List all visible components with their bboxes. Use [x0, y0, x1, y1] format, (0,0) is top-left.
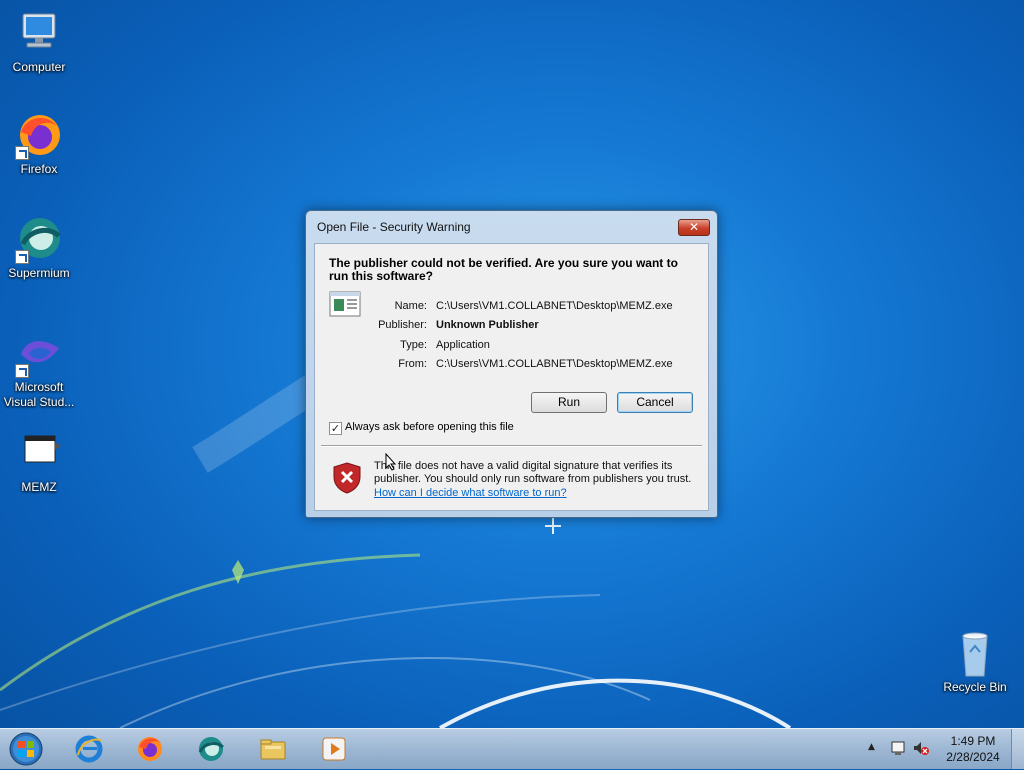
desktop-icon-label-line1: Microsoft [14, 380, 64, 394]
always-ask-label[interactable]: Always ask before opening this file [345, 421, 514, 433]
shortcut-arrow-icon [15, 364, 29, 378]
supermium-icon [15, 216, 63, 264]
help-link[interactable]: How can I decide what software to run? [374, 487, 567, 499]
tray-overflow-arrow[interactable]: ▲ [868, 742, 878, 752]
computer-icon [15, 10, 63, 58]
security-warning-dialog: Open File - Security Warning ✕ The publi… [305, 210, 718, 518]
desktop-icon-firefox[interactable]: Firefox [1, 112, 77, 177]
from-label: From: [398, 358, 427, 370]
taskbar: ▲ 1:49 PM 2/28/2024 [0, 728, 1024, 769]
start-button[interactable] [7, 731, 45, 767]
from-value: C:\Users\VM1.COLLABNET\Desktop\MEMZ.exe [436, 358, 673, 370]
taskbar-internet-explorer[interactable] [60, 732, 118, 766]
publisher-value: Unknown Publisher [436, 319, 539, 331]
dialog-title: Open File - Security Warning [317, 220, 471, 234]
dialog-body: The publisher could not be verified. Are… [314, 243, 709, 511]
supermium-icon [198, 737, 224, 761]
taskbar-supermium[interactable] [182, 732, 240, 766]
signature-warning-text: This file does not have a valid digital … [374, 460, 692, 485]
action-center-flag-icon[interactable] [889, 739, 907, 757]
desktop-icon-label: Supermium [8, 266, 70, 280]
desktop-icon-memz[interactable]: MEMZ [1, 430, 77, 495]
warning-headline: The publisher could not be verified. Are… [329, 256, 678, 283]
firefox-icon [138, 737, 162, 761]
internet-explorer-icon [75, 735, 103, 763]
start-orb-icon [9, 732, 43, 766]
desktop-icon-label: Firefox [20, 162, 58, 176]
firefox-icon [15, 112, 63, 160]
taskbar-firefox[interactable] [121, 732, 179, 766]
type-label: Type: [400, 339, 427, 351]
type-value: Application [436, 339, 490, 351]
file-explorer-icon [260, 739, 286, 760]
run-button[interactable]: Run [531, 392, 607, 413]
desktop-icon-supermium[interactable]: Supermium [1, 216, 77, 281]
media-player-icon [322, 737, 346, 761]
volume-muted-icon[interactable] [912, 739, 930, 757]
clock-time: 1:49 PM [950, 734, 996, 748]
divider [321, 445, 702, 447]
desktop-icon-label: Computer [12, 60, 66, 74]
shortcut-arrow-icon [15, 146, 29, 160]
name-value: C:\Users\VM1.COLLABNET\Desktop\MEMZ.exe [436, 300, 673, 312]
desktop-icon-label: Recycle Bin [943, 680, 1007, 694]
desktop-icon-visual-studio[interactable]: Microsoft Visual Stud... [1, 330, 77, 410]
memz-icon [15, 430, 63, 478]
desktop-icon-label-line2: Visual Stud... [3, 395, 75, 409]
cancel-button[interactable]: Cancel [617, 392, 693, 413]
shield-warning-icon [333, 462, 361, 494]
clock-date: 2/28/2024 [946, 750, 1000, 764]
taskbar-media-player[interactable] [305, 732, 363, 766]
desktop-icon-computer[interactable]: Computer [1, 10, 77, 75]
always-ask-checkbox[interactable]: ✓ [329, 422, 342, 435]
recycle-bin-icon [951, 630, 999, 678]
close-button[interactable]: ✕ [678, 219, 710, 236]
mouse-cursor-icon [385, 453, 397, 471]
desktop-icon-label: MEMZ [21, 480, 57, 494]
publisher-label: Publisher: [378, 319, 427, 331]
show-desktop-button[interactable] [1011, 729, 1024, 769]
name-label: Name: [394, 300, 427, 312]
system-clock[interactable]: 1:49 PM 2/28/2024 [940, 733, 1006, 765]
visual-studio-icon [15, 330, 63, 378]
shortcut-arrow-icon [15, 250, 29, 264]
taskbar-file-explorer[interactable] [244, 732, 302, 766]
desktop-icon-recycle-bin[interactable]: Recycle Bin [937, 630, 1013, 695]
